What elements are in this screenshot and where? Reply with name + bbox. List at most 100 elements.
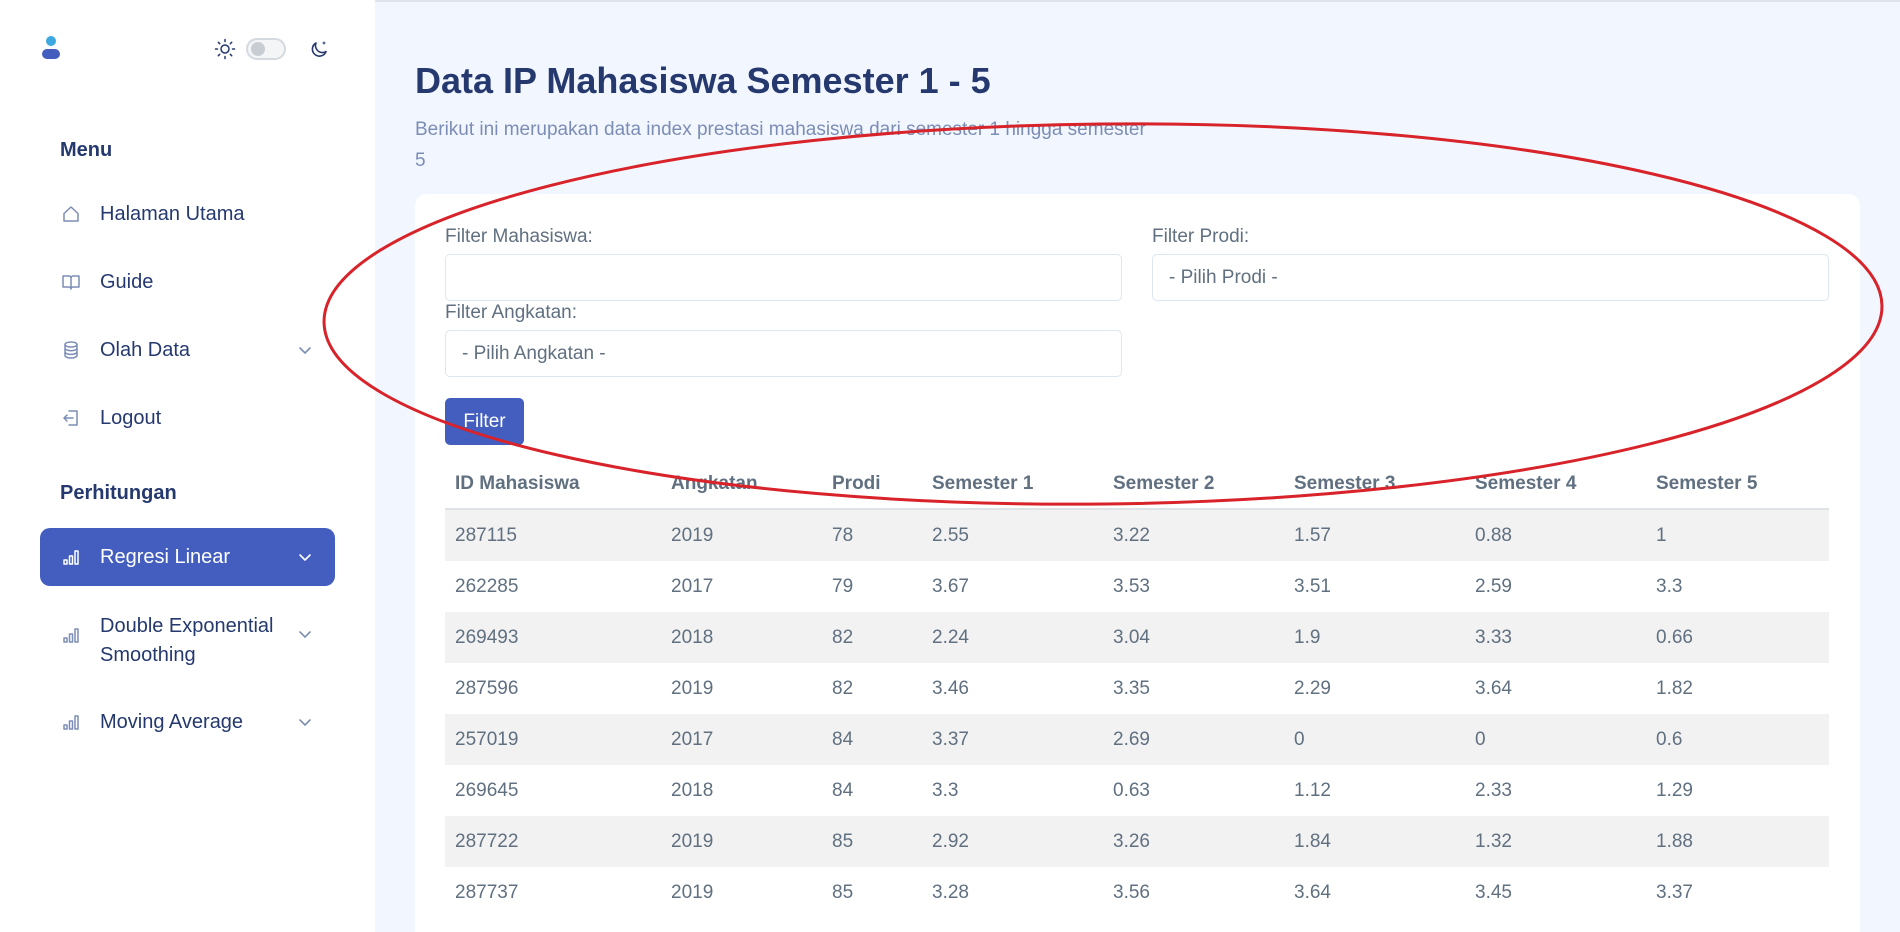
table-row: 287737 2019 85 3.28 3.56 3.64 3.45 3.37 xyxy=(445,867,1829,918)
column-header[interactable]: Prodi xyxy=(822,473,922,495)
table-cell: 2.55 xyxy=(932,524,969,546)
page-title: Data IP Mahasiswa Semester 1 - 5 xyxy=(415,60,991,101)
table-cell: 79 xyxy=(832,575,854,597)
column-header[interactable]: Semester 2 xyxy=(1103,473,1284,495)
sidebar: Menu Halaman Utama Guide Olah Data Logou… xyxy=(0,0,375,932)
chevron-down-icon[interactable] xyxy=(297,626,313,642)
sidebar-item-label: Logout xyxy=(100,406,162,429)
filter-angkatan-select[interactable]: - Pilih Angkatan - xyxy=(445,330,1122,377)
table-cell: 1.29 xyxy=(1656,779,1693,801)
switch-knob xyxy=(251,42,265,56)
sidebar-item-logout[interactable]: Logout xyxy=(40,389,335,447)
table-cell: 287596 xyxy=(455,677,519,699)
table-cell: 3.64 xyxy=(1475,677,1512,699)
table-cell: 3.22 xyxy=(1113,524,1150,546)
filter-mahasiswa-input[interactable] xyxy=(445,254,1122,301)
table-cell: 1.84 xyxy=(1294,830,1331,852)
table-cell: 2019 xyxy=(671,881,714,903)
table-cell: 0 xyxy=(1294,728,1305,750)
sidebar-item-halaman-utama[interactable]: Halaman Utama xyxy=(40,185,335,243)
table-cell: 287737 xyxy=(455,881,519,903)
book-icon xyxy=(60,271,82,293)
sidebar-item-regresi-linear[interactable]: Regresi Linear xyxy=(40,528,335,586)
table-cell: 82 xyxy=(832,626,854,648)
filter-prodi-select[interactable]: - Pilih Prodi - xyxy=(1152,254,1829,301)
table-header: ID Mahasiswa Angkatan Prodi Semester 1 S… xyxy=(445,460,1829,510)
table-cell: 0.66 xyxy=(1656,626,1693,648)
moon-icon xyxy=(311,41,327,57)
table-cell: 1.32 xyxy=(1475,830,1512,852)
table-cell: 3.51 xyxy=(1294,575,1331,597)
table-row: 287596 2019 82 3.46 3.35 2.29 3.64 1.82 xyxy=(445,663,1829,714)
table-row: 262285 2017 79 3.67 3.53 3.51 2.59 3.3 xyxy=(445,561,1829,612)
table-cell: 78 xyxy=(832,524,854,546)
table-cell: 287722 xyxy=(455,830,519,852)
table-cell: 262285 xyxy=(455,575,519,597)
table-cell: 3.04 xyxy=(1113,626,1150,648)
database-icon xyxy=(60,339,82,361)
filter-mahasiswa-label: Filter Mahasiswa: xyxy=(445,226,593,247)
table-cell: 2019 xyxy=(671,830,714,852)
column-header[interactable]: Angkatan xyxy=(661,473,822,495)
dark-mode-switch[interactable] xyxy=(246,38,286,60)
bar-chart-icon xyxy=(60,624,82,646)
chevron-down-icon[interactable] xyxy=(297,714,313,730)
sidebar-item-olah-data[interactable]: Olah Data xyxy=(40,321,335,379)
table-cell: 84 xyxy=(832,779,854,801)
table-cell: 2.29 xyxy=(1294,677,1331,699)
theme-toggle xyxy=(214,38,330,60)
column-header[interactable]: ID Mahasiswa xyxy=(445,473,661,495)
table-row: 269645 2018 84 3.3 0.63 1.12 2.33 1.29 xyxy=(445,765,1829,816)
filter-button[interactable]: Filter xyxy=(445,398,524,445)
table-cell: 85 xyxy=(832,881,854,903)
table-cell: 2019 xyxy=(671,524,714,546)
sidebar-item-label: Moving Average xyxy=(100,710,244,733)
table-cell: 1.88 xyxy=(1656,830,1693,852)
table-cell: 3.26 xyxy=(1113,830,1150,852)
column-header[interactable]: Semester 5 xyxy=(1646,473,1829,495)
table-row: 287722 2019 85 2.92 3.26 1.84 1.32 1.88 xyxy=(445,816,1829,867)
table-cell: 2.92 xyxy=(932,830,969,852)
column-header[interactable]: Semester 1 xyxy=(922,473,1103,495)
menu-section-title: Menu xyxy=(60,139,113,161)
sidebar-item-double-exponential-smoothing[interactable]: Double Exponential Smoothing xyxy=(40,596,335,676)
table-cell: 2018 xyxy=(671,779,714,801)
table-cell: 84 xyxy=(832,728,854,750)
column-header[interactable]: Semester 3 xyxy=(1284,473,1465,495)
table-cell: 85 xyxy=(832,830,854,852)
table-cell: 1 xyxy=(1656,524,1667,546)
sidebar-item-label: Double Exponential Smoothing xyxy=(100,615,274,666)
page-subtitle: Berikut ini merupakan data index prestas… xyxy=(415,119,1146,171)
logout-icon xyxy=(60,407,82,429)
table-cell: 2017 xyxy=(671,575,714,597)
sidebar-item-moving-average[interactable]: Moving Average xyxy=(40,693,335,751)
ip-table: ID Mahasiswa Angkatan Prodi Semester 1 S… xyxy=(445,460,1829,918)
table-cell: 3.37 xyxy=(932,728,969,750)
table-cell: 1.9 xyxy=(1294,626,1321,648)
table-row: 269493 2018 82 2.24 3.04 1.9 3.33 0.66 xyxy=(445,612,1829,663)
sidebar-item-guide[interactable]: Guide xyxy=(40,253,335,311)
logo-icon[interactable] xyxy=(40,34,62,62)
chevron-down-icon[interactable] xyxy=(297,342,313,358)
sidebar-item-label: Olah Data xyxy=(100,338,191,361)
table-cell: 269493 xyxy=(455,626,519,648)
table-cell: 0.6 xyxy=(1656,728,1683,750)
column-header[interactable]: Semester 4 xyxy=(1465,473,1646,495)
filter-prodi-label: Filter Prodi: xyxy=(1152,226,1250,247)
table-cell: 3.35 xyxy=(1113,677,1150,699)
sidebar-item-label: Guide xyxy=(100,270,154,293)
home-icon xyxy=(60,203,82,225)
sidebar-item-label: Halaman Utama xyxy=(100,202,245,225)
table-cell: 269645 xyxy=(455,779,519,801)
table-cell: 1.57 xyxy=(1294,524,1331,546)
table-cell: 2.24 xyxy=(932,626,969,648)
table-row: 257019 2017 84 3.37 2.69 0 0 0.6 xyxy=(445,714,1829,765)
bar-chart-icon xyxy=(60,546,82,568)
chevron-down-icon[interactable] xyxy=(297,549,313,565)
table-cell: 287115 xyxy=(455,524,517,546)
sidebar-item-label: Regresi Linear xyxy=(100,545,231,568)
table-cell: 3.37 xyxy=(1656,881,1693,903)
table-cell: 3.53 xyxy=(1113,575,1150,597)
main-content: Data IP Mahasiswa Semester 1 - 5 Berikut… xyxy=(375,0,1900,932)
table-cell: 3.67 xyxy=(932,575,969,597)
